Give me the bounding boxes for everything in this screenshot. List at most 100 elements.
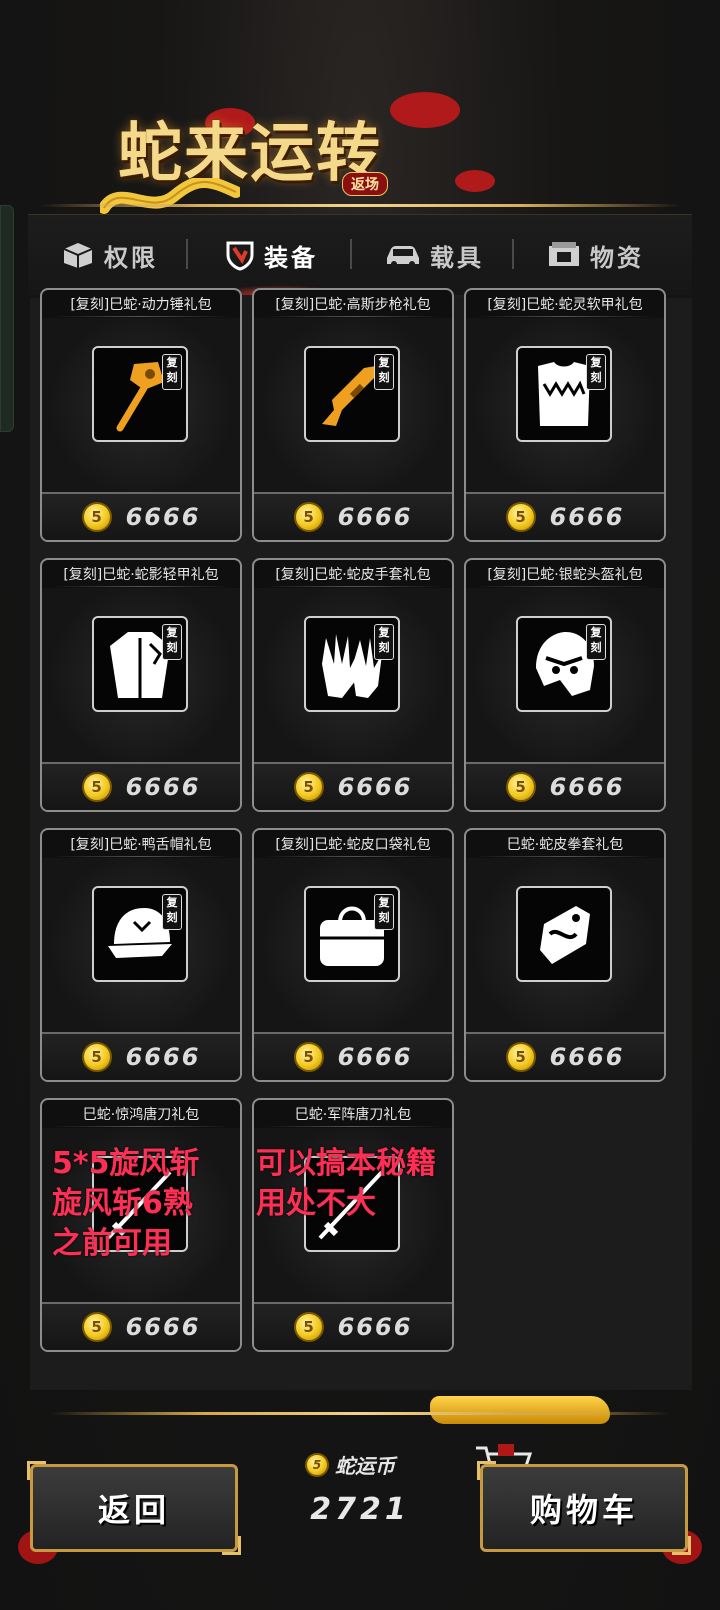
reissue-badge: 复刻 xyxy=(162,354,182,390)
tabbar-top-divider xyxy=(40,204,680,207)
price-bar: 5 6666 xyxy=(42,762,240,810)
tab-divider xyxy=(512,239,514,269)
price-value: 6666 xyxy=(549,1043,625,1071)
gift-pack-card[interactable]: [复刻]巳蛇·蛇影轻甲礼包 复刻 5 6666 xyxy=(40,558,242,812)
price-bar: 5 6666 xyxy=(42,1032,240,1080)
pack-title: 巳蛇·军阵唐刀礼包 xyxy=(294,1107,412,1123)
snake-coin-icon: 5 xyxy=(505,1042,536,1072)
snake-coin-icon: 5 xyxy=(81,1042,112,1072)
tab-label: 物资 xyxy=(590,243,644,272)
price-value: 6666 xyxy=(337,1313,413,1341)
gift-pack-card[interactable]: [复刻]巳蛇·蛇皮手套礼包 复刻 5 6666 xyxy=(252,558,454,812)
tab-divider xyxy=(350,239,352,269)
price-bar: 5 6666 xyxy=(42,1302,240,1350)
pack-title: [复刻]巳蛇·蛇皮口袋礼包 xyxy=(275,837,431,853)
pack-title: [复刻]巳蛇·动力锤礼包 xyxy=(70,297,212,313)
currency-balance: 2721 xyxy=(310,1492,410,1527)
price-value: 6666 xyxy=(125,1313,201,1341)
tab-label: 载具 xyxy=(430,243,484,272)
snake-coin-icon: 5 xyxy=(293,502,324,532)
tab-supplies[interactable]: 物资 xyxy=(546,235,644,275)
pack-title: [复刻]巳蛇·蛇影轻甲礼包 xyxy=(63,567,219,583)
box-icon xyxy=(63,243,93,268)
back-button[interactable]: 返回 xyxy=(27,1461,241,1555)
price-bar: 5 6666 xyxy=(254,492,452,540)
reissue-badge: 复刻 xyxy=(374,354,394,390)
snake-coin-icon: 5 xyxy=(293,1042,324,1072)
price-bar: 5 6666 xyxy=(254,1302,452,1350)
reissue-badge: 复刻 xyxy=(162,894,182,930)
side-drawer-handle[interactable] xyxy=(0,205,14,432)
reissue-badge: 复刻 xyxy=(162,624,182,660)
gift-pack-card[interactable]: [复刻]巳蛇·动力锤礼包 复刻 5 6666 xyxy=(40,288,242,542)
snake-coin-icon: 5 xyxy=(293,1312,324,1342)
gift-pack-card[interactable]: [复刻]巳蛇·蛇灵软甲礼包 复刻 5 6666 xyxy=(464,288,666,542)
tab-label: 装备 xyxy=(264,243,318,272)
pack-title: [复刻]巳蛇·鸭舌帽礼包 xyxy=(70,837,212,853)
pack-title: [复刻]巳蛇·蛇皮手套礼包 xyxy=(275,567,431,583)
reissue-badge: 复刻 xyxy=(374,894,394,930)
snake-coin-icon: 5 xyxy=(305,1452,329,1477)
price-bar: 5 6666 xyxy=(466,762,664,810)
reissue-badge: 复刻 xyxy=(586,624,606,660)
price-value: 6666 xyxy=(125,1043,201,1071)
item-thumbnail: 复刻 xyxy=(92,616,188,712)
shopping-cart-button[interactable]: 购物车 xyxy=(477,1461,691,1555)
pack-title: [复刻]巳蛇·银蛇头盔礼包 xyxy=(487,567,643,583)
gift-pack-card[interactable]: 巳蛇·军阵唐刀礼包 5 6666 xyxy=(252,1098,454,1352)
snake-coin-icon: 5 xyxy=(505,772,536,802)
item-thumbnail: 复刻 xyxy=(92,886,188,982)
item-thumbnail: 复刻 xyxy=(304,616,400,712)
price-value: 6666 xyxy=(549,503,625,531)
shield-icon xyxy=(226,241,254,271)
item-thumbnail: 复刻 xyxy=(92,346,188,442)
price-bar: 5 6666 xyxy=(254,1032,452,1080)
snake-coin-icon: 5 xyxy=(81,772,112,802)
gift-pack-card[interactable]: [复刻]巳蛇·蛇皮口袋礼包 复刻 5 6666 xyxy=(252,828,454,1082)
crate-icon xyxy=(549,242,579,266)
price-value: 6666 xyxy=(337,773,413,801)
golden-snake-decoration xyxy=(430,1396,610,1424)
car-icon xyxy=(387,246,419,267)
item-thumbnail: 复刻 xyxy=(516,346,612,442)
price-value: 6666 xyxy=(549,773,625,801)
price-bar: 5 6666 xyxy=(254,762,452,810)
pack-title: 巳蛇·蛇皮拳套礼包 xyxy=(506,837,624,853)
gift-pack-card[interactable]: [复刻]巳蛇·高斯步枪礼包 复刻 5 6666 xyxy=(252,288,454,542)
item-thumbnail: 复刻 xyxy=(304,886,400,982)
pack-title: [复刻]巳蛇·蛇灵软甲礼包 xyxy=(487,297,643,313)
currency-name: 蛇运币 xyxy=(335,1454,395,1478)
pack-title: 巳蛇·惊鸿唐刀礼包 xyxy=(82,1107,200,1123)
fist-wrap-icon xyxy=(540,906,590,964)
snake-coin-icon: 5 xyxy=(293,772,324,802)
event-subtitle-badge: 返场 xyxy=(342,172,388,196)
price-bar: 5 6666 xyxy=(466,492,664,540)
price-value: 6666 xyxy=(125,773,201,801)
price-value: 6666 xyxy=(337,1043,413,1071)
tab-label: 权限 xyxy=(104,243,158,272)
price-value: 6666 xyxy=(337,503,413,531)
item-thumbnail: 复刻 xyxy=(304,346,400,442)
category-tabbar: 权限 装备 载具 物资 xyxy=(28,214,692,295)
gift-pack-card[interactable]: [复刻]巳蛇·银蛇头盔礼包 复刻 5 6666 xyxy=(464,558,666,812)
annotation-right: 可以搞本秘籍 用处不大 xyxy=(256,1146,436,1221)
gift-pack-card[interactable]: 巳蛇·蛇皮拳套礼包 5 6666 xyxy=(464,828,666,1082)
item-thumbnail xyxy=(516,886,612,982)
pack-title: [复刻]巳蛇·高斯步枪礼包 xyxy=(275,297,431,313)
tab-divider xyxy=(186,239,188,269)
reissue-badge: 复刻 xyxy=(586,354,606,390)
price-bar: 5 6666 xyxy=(42,492,240,540)
tab-equipment[interactable]: 装备 xyxy=(224,235,318,275)
gift-pack-card[interactable]: [复刻]巳蛇·鸭舌帽礼包 复刻 5 6666 xyxy=(40,828,242,1082)
tab-permissions[interactable]: 权限 xyxy=(60,235,158,275)
tab-vehicles[interactable]: 载具 xyxy=(384,235,484,275)
footer-divider xyxy=(50,1412,670,1415)
shop-screen: 蛇来运转 返场 权限 装备 载具 物资 [复刻]巳蛇·动力锤礼包 复刻 5 66… xyxy=(0,0,720,1610)
currency-label: 5 蛇运币 xyxy=(305,1450,425,1479)
snake-coin-icon: 5 xyxy=(81,1312,112,1342)
snake-coin-icon: 5 xyxy=(81,502,112,532)
price-bar: 5 6666 xyxy=(466,1032,664,1080)
golden-snake-icon xyxy=(100,178,240,214)
annotation-left: 5*5旋风斩 旋风斩6熟 之前可用 xyxy=(52,1146,200,1261)
price-value: 6666 xyxy=(125,503,201,531)
